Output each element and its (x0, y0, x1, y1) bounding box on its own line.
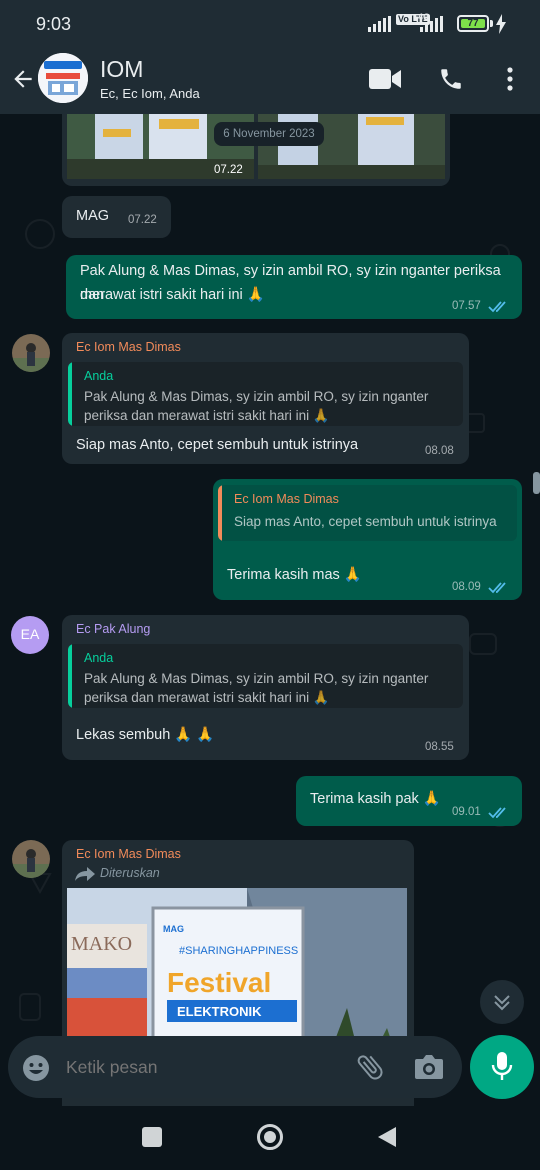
read-ticks-icon (488, 807, 506, 819)
sender-avatar[interactable] (12, 840, 50, 878)
home-icon[interactable] (257, 1124, 283, 1150)
scrollbar-thumb[interactable] (533, 472, 540, 494)
svg-text:ELEKTRONIK: ELEKTRONIK (177, 1004, 262, 1019)
group-members[interactable]: Ec, Ec Iom, Anda (100, 86, 200, 101)
battery-level: 77 (467, 18, 479, 29)
message-text: Lekas sembuh 🙏 🙏 (76, 727, 215, 743)
quoted-text-line2: periksa dan merawat istri sakit hari ini… (84, 408, 330, 423)
group-avatar[interactable] (38, 53, 88, 103)
message-composer[interactable] (8, 1036, 462, 1098)
android-nav-bar (0, 1106, 540, 1170)
message-text-line2: merawat istri sakit hari ini 🙏 (80, 287, 265, 303)
quoted-text: Siap mas Anto, cepet sembuh untuk istrin… (234, 514, 497, 529)
message-text: Siap mas Anto, cepet sembuh untuk istrin… (76, 437, 359, 453)
message-incoming-reply[interactable]: Ec Iom Mas Dimas Anda Pak Alung & Mas Di… (62, 333, 469, 464)
sender-avatar[interactable]: EA (11, 616, 49, 654)
forwarded-label: Diteruskan (100, 866, 160, 880)
scroll-down-button[interactable] (480, 980, 524, 1024)
status-time: 9:03 (36, 14, 72, 34)
chat-header: IOM Ec, Ec Iom, Anda (0, 48, 540, 114)
message-time: 08.08 (425, 445, 454, 457)
message-time: 07.22 (128, 214, 157, 226)
message-time: 08.09 (452, 581, 481, 593)
attach-icon[interactable] (354, 1051, 386, 1083)
date-chip: 6 November 2023 (214, 122, 324, 146)
battery-icon: 77 (457, 15, 489, 32)
message-incoming-reply[interactable]: Ec Pak Alung Anda Pak Alung & Mas Dimas,… (62, 615, 469, 760)
message-time: 07.57 (452, 300, 481, 312)
svg-text:Festival: Festival (167, 967, 271, 998)
quoted-sender: Ec Iom Mas Dimas (234, 492, 339, 506)
voice-record-button[interactable] (470, 1035, 534, 1099)
message-outgoing-reply[interactable]: Ec Iom Mas Dimas Siap mas Anto, cepet se… (213, 479, 522, 600)
forward-icon (75, 867, 95, 881)
message-time: 09.01 (452, 806, 481, 818)
back-nav-icon[interactable] (376, 1125, 398, 1149)
quoted-message[interactable]: Anda Pak Alung & Mas Dimas, sy izin ambi… (68, 362, 463, 426)
signal-icon (368, 16, 391, 32)
sender-avatar[interactable] (12, 334, 50, 372)
quoted-message[interactable]: Ec Iom Mas Dimas Siap mas Anto, cepet se… (218, 485, 517, 541)
charging-icon (496, 14, 506, 34)
message-outgoing[interactable]: Terima kasih pak 🙏 09.01 (296, 776, 522, 826)
svg-text:MAKO: MAKO (71, 933, 132, 955)
quoted-sender: Anda (84, 369, 114, 383)
sender-name[interactable]: Ec Pak Alung (76, 622, 150, 636)
whatsapp-chat-screen: 9:03 Vo LTE 4G 77 IOM Ec, Ec Iom, Anda 0… (0, 0, 540, 1170)
video-call-icon[interactable] (368, 68, 402, 90)
message-text: Terima kasih pak 🙏 (310, 791, 441, 807)
scroll-down-icon (494, 995, 510, 1011)
more-vert-icon[interactable] (498, 66, 522, 92)
message-text: MAG (76, 208, 110, 224)
signal-2-icon (420, 16, 443, 32)
sender-name[interactable]: Ec Iom Mas Dimas (76, 847, 181, 861)
chat-area[interactable]: 07.22 6 November 2023 MAG 07.22 Pak Alun… (0, 114, 540, 1114)
emoji-icon[interactable] (22, 1054, 50, 1082)
recents-icon[interactable] (142, 1127, 162, 1147)
message-time: 08.55 (425, 741, 454, 753)
quoted-text-line2: periksa dan merawat istri sakit hari ini… (84, 690, 330, 705)
status-bar: 9:03 Vo LTE 4G 77 (0, 0, 540, 48)
message-input[interactable] (66, 1052, 336, 1082)
back-arrow-icon[interactable] (10, 66, 36, 92)
read-ticks-icon (488, 582, 506, 594)
svg-text:MAG: MAG (163, 924, 184, 934)
group-title[interactable]: IOM (100, 56, 143, 83)
phone-call-icon[interactable] (438, 66, 464, 92)
quoted-text-line1: Pak Alung & Mas Dimas, sy izin ambil RO,… (84, 389, 429, 404)
message-text: Terima kasih mas 🙏 (227, 567, 362, 583)
mic-icon (491, 1052, 513, 1080)
quoted-message[interactable]: Anda Pak Alung & Mas Dimas, sy izin ambi… (68, 644, 463, 708)
message-outgoing[interactable]: Pak Alung & Mas Dimas, sy izin ambil RO,… (66, 255, 522, 319)
message-incoming[interactable]: MAG 07.22 (62, 196, 171, 238)
svg-text:#SHARINGHAPPINESS: #SHARINGHAPPINESS (179, 945, 298, 957)
avatar-initials: EA (20, 626, 40, 642)
message-time: 07.22 (214, 164, 243, 176)
camera-icon[interactable] (414, 1053, 444, 1081)
quoted-text-line1: Pak Alung & Mas Dimas, sy izin ambil RO,… (84, 671, 429, 686)
sender-name[interactable]: Ec Iom Mas Dimas (76, 340, 181, 354)
quoted-sender: Anda (84, 651, 114, 665)
read-ticks-icon (488, 301, 506, 313)
